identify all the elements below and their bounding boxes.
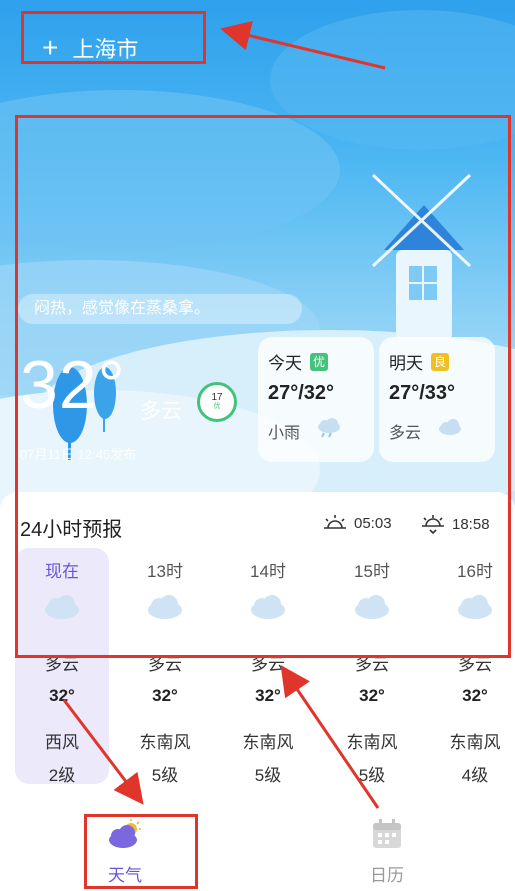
card-condition: 多云 <box>389 425 422 442</box>
hour-condition: 多云 <box>45 655 79 674</box>
hour-condition: 多云 <box>148 655 182 674</box>
sunset-info: 18:58 <box>420 513 490 535</box>
hour-wind: 西风 <box>45 733 79 752</box>
hourly-item[interactable]: 16时 多云 32° 东南风 4级 <box>425 548 515 785</box>
hour-condition: 多云 <box>458 655 492 674</box>
hour-label: 16时 <box>457 562 493 581</box>
aqi-badge[interactable]: 17 优 <box>197 382 237 422</box>
hour-wind: 东南风 <box>242 733 294 752</box>
hour-wind-level: 5级 <box>254 766 282 785</box>
sunrise-icon <box>324 515 346 529</box>
cloud-icon <box>355 595 389 619</box>
tab-weather[interactable]: 天气 <box>80 818 170 886</box>
cloud-icon <box>458 595 492 619</box>
air-quality-badge: 优 <box>310 352 328 371</box>
sunrise-time: 05:03 <box>354 514 392 532</box>
hour-temperature: 32° <box>359 686 385 705</box>
city-selector[interactable]: + 上海市 <box>42 32 138 64</box>
sunrise-info: 05:03 <box>322 513 392 533</box>
temperature-range: 27°/33° <box>389 382 456 404</box>
hour-label: 现在 <box>45 562 79 581</box>
hour-wind-level: 5级 <box>358 766 386 785</box>
hour-label: 15时 <box>354 562 390 581</box>
hour-temperature: 32° <box>255 686 281 705</box>
hourly-item[interactable]: 13时 多云 32° 东南风 5级 <box>115 548 215 785</box>
today-forecast-card[interactable]: 今天 优 27°/32° 小雨 <box>258 337 374 462</box>
hour-temperature: 32° <box>49 686 75 705</box>
hour-label: 14时 <box>250 562 286 581</box>
tab-label: 天气 <box>108 866 142 885</box>
cloud-icon <box>251 595 285 619</box>
calendar-icon <box>373 819 401 848</box>
hour-wind-level: 5级 <box>151 766 179 785</box>
tomorrow-forecast-card[interactable]: 明天 良 27°/33° 多云 <box>379 337 495 462</box>
rain-cloud-icon <box>318 418 340 438</box>
card-day: 明天 <box>389 354 423 373</box>
add-city-icon[interactable]: + <box>42 34 58 62</box>
cloud-icon <box>45 595 79 619</box>
hourly-forecast-title: 24小时预报 <box>20 519 123 541</box>
hour-condition: 多云 <box>355 655 389 674</box>
hour-wind: 东南风 <box>346 733 398 752</box>
hour-wind: 东南风 <box>139 733 191 752</box>
cloud-icon <box>439 419 461 435</box>
tab-calendar[interactable]: 日历 <box>342 818 432 886</box>
hour-temperature: 32° <box>462 686 488 705</box>
publish-time: 07月11日 12:45发布 <box>20 447 137 462</box>
hour-condition: 多云 <box>251 655 285 674</box>
hour-wind: 东南风 <box>449 733 501 752</box>
hour-temperature: 32° <box>152 686 178 705</box>
cloud-icon <box>148 595 182 619</box>
sunset-icon <box>422 515 444 535</box>
weather-icon <box>109 819 141 848</box>
current-condition: 多云 <box>140 400 182 423</box>
weather-tip: 闷热，感觉像在蒸桑拿。 <box>18 294 302 324</box>
aqi-label: 优 <box>213 403 221 410</box>
hourly-item[interactable]: 15时 多云 32° 东南风 5级 <box>322 548 422 785</box>
tab-label: 日历 <box>370 866 404 885</box>
hourly-item[interactable]: 14时 多云 32° 东南风 5级 <box>218 548 318 785</box>
air-quality-badge: 良 <box>431 352 449 371</box>
hour-label: 13时 <box>147 562 183 581</box>
aqi-value: 17 <box>211 392 223 403</box>
card-day: 今天 <box>268 354 302 373</box>
card-condition: 小雨 <box>268 425 301 442</box>
sunset-time: 18:58 <box>452 515 490 533</box>
hourly-item-now[interactable]: 现在 多云 32° 西风 2级 <box>15 548 109 785</box>
current-temperature: 32° <box>20 347 126 423</box>
temperature-range: 27°/32° <box>268 382 335 404</box>
city-name[interactable]: 上海市 <box>72 32 138 64</box>
hour-wind-level: 4级 <box>461 766 489 785</box>
hour-wind-level: 2级 <box>48 766 76 785</box>
